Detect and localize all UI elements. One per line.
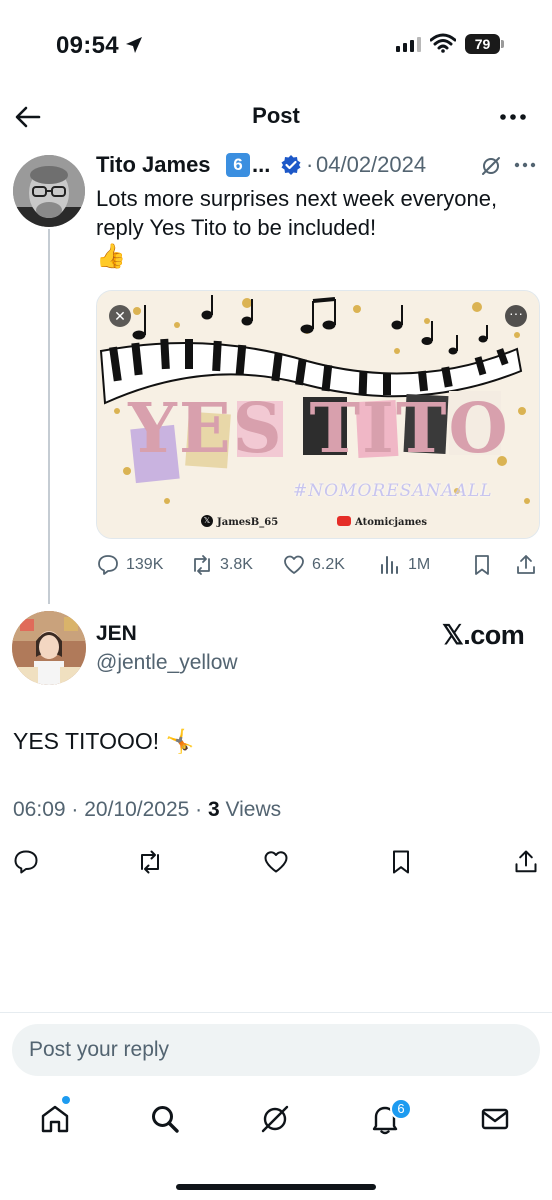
heart-icon[interactable] — [262, 848, 290, 876]
like-count: 6.2K — [312, 556, 345, 573]
thread-line — [48, 229, 50, 604]
reply-post-text: YES TITOOO! 🤸 — [13, 728, 195, 754]
name-ellipsis: ... — [252, 152, 271, 177]
avatar-tito-james[interactable] — [13, 155, 85, 227]
view-count: 1M — [408, 556, 431, 573]
media-hashtag: #NOMORESANAALL — [293, 481, 493, 501]
yes-tito-title: YES TITO — [128, 389, 510, 469]
status-bar: 09:54 79 — [0, 0, 552, 90]
media-more-icon[interactable]: ··· — [505, 305, 527, 327]
reply-author-name[interactable]: JEN — [96, 622, 137, 646]
divider — [0, 1012, 552, 1013]
share-button[interactable] — [514, 553, 538, 579]
wifi-icon — [430, 33, 456, 53]
youtube-logo-icon — [337, 516, 351, 526]
search-icon — [152, 1106, 179, 1133]
post-more-icon[interactable] — [512, 154, 538, 176]
reply-timestamp: 06:09 · 20/10/2025 · — [13, 798, 208, 821]
grok-icon[interactable] — [480, 155, 502, 177]
post-body: Lots more surprises next week everyone, … — [96, 186, 498, 240]
x-com-logo: 𝕏.com — [442, 620, 525, 650]
repost-icon — [194, 555, 210, 575]
share-icon[interactable] — [512, 848, 540, 876]
parent-post-actions: 139K 3.8K 6.2K 1M — [96, 553, 542, 579]
bookmark-button[interactable] — [470, 553, 494, 579]
separator-dot: · — [306, 152, 314, 177]
views-chart-icon — [381, 556, 398, 574]
repost-icon[interactable] — [136, 848, 164, 876]
reply-view-count: 3 — [207, 798, 220, 821]
reply-placeholder: Post your reply — [29, 1038, 170, 1061]
location-arrow-icon — [126, 37, 142, 53]
author-name[interactable]: Tito James — [96, 152, 211, 178]
status-time: 09:54 — [56, 32, 119, 59]
more-icon[interactable] — [498, 103, 528, 131]
share-icon — [517, 555, 535, 574]
messages-icon — [481, 1108, 509, 1130]
credit-youtube-handle: Atomicjames — [355, 517, 428, 528]
parent-post-header: Tito James 6 ... · 04/02/2024 — [96, 152, 536, 182]
page-title: Post — [252, 103, 300, 128]
battery-level: 79 — [465, 34, 500, 54]
home-indicator — [176, 1184, 376, 1190]
post-media-image[interactable]: YES TITO #NOMORESANAALL 𝕏 JamesB_65 Atom… — [96, 290, 540, 539]
heart-icon — [284, 555, 304, 574]
nav-messages[interactable] — [478, 1102, 512, 1136]
avatar-jen[interactable] — [12, 611, 86, 685]
views-label: Views — [219, 798, 282, 821]
media-close-icon[interactable]: ✕ — [109, 305, 131, 327]
thumbs-up-emoji: 👍 — [96, 243, 126, 270]
reply-icon[interactable] — [12, 848, 40, 876]
reply-post-meta: 06:09 · 20/10/2025 · 3 Views — [13, 798, 281, 822]
notification-badge: 6 — [390, 1098, 412, 1120]
bottom-nav: 6 — [0, 1094, 552, 1150]
battery-icon: 79 — [465, 34, 505, 54]
reply-post-actions — [0, 848, 552, 878]
home-unread-dot — [62, 1096, 70, 1104]
nav-search[interactable] — [148, 1102, 182, 1136]
x-logo-icon: 𝕏 — [201, 515, 213, 527]
credit-x-handle: JamesB_65 — [217, 517, 279, 528]
post-header: Post — [0, 95, 552, 139]
grok-icon — [261, 1105, 289, 1133]
bookmark-icon — [475, 555, 489, 575]
nav-home[interactable] — [38, 1102, 72, 1136]
reply-icon — [98, 555, 118, 575]
cellular-signal-icon — [396, 37, 421, 52]
nav-grok[interactable] — [258, 1102, 292, 1136]
post-date[interactable]: 04/02/2024 — [316, 152, 426, 178]
reply-count: 139K — [126, 556, 164, 573]
home-icon — [41, 1105, 69, 1133]
verified-badge-icon — [281, 155, 301, 175]
reply-input[interactable]: Post your reply — [12, 1024, 540, 1076]
reply-author-handle[interactable]: @jentle_yellow — [96, 651, 238, 675]
repost-count: 3.8K — [220, 556, 253, 573]
bookmark-icon[interactable] — [387, 848, 415, 876]
name-number-badge: 6 — [226, 153, 250, 177]
parent-post-text: Lots more surprises next week everyone, … — [96, 184, 542, 271]
